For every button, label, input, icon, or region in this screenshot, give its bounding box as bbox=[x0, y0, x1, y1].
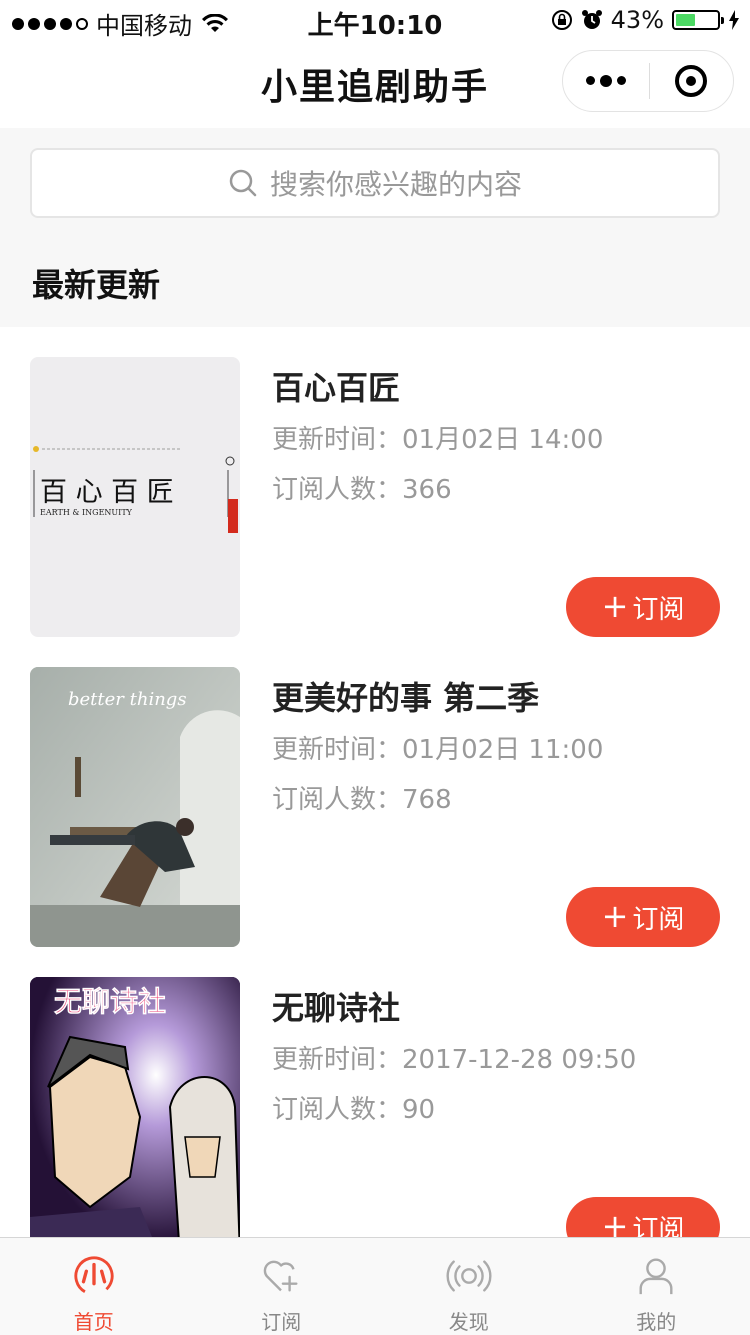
subscribe-button[interactable]: + 订阅 bbox=[566, 577, 720, 637]
poster-image[interactable]: better things bbox=[30, 667, 240, 947]
poster-title-text: better things bbox=[68, 689, 187, 710]
tab-home[interactable]: 首页 bbox=[0, 1238, 188, 1335]
plus-icon: + bbox=[602, 587, 629, 625]
subscribe-button[interactable]: + 订阅 bbox=[566, 887, 720, 947]
list-item[interactable]: 百 心 百 匠 EARTH & INGENUITY 百心百匠 更新时间：01月0… bbox=[0, 327, 750, 637]
poster-subtitle-text: EARTH & INGENUITY bbox=[40, 508, 133, 517]
list-item[interactable]: 无聊诗社 无聊诗社 更新时间：2017-12-28 09:50 订阅人数：90 … bbox=[0, 947, 750, 1237]
subscribe-label: 订阅 bbox=[632, 1209, 684, 1238]
heart-plus-icon bbox=[258, 1254, 304, 1298]
charging-icon bbox=[728, 10, 740, 30]
poster-artwork: 无聊诗社 bbox=[30, 977, 240, 1237]
poster-title-text: 无聊诗社 bbox=[54, 985, 166, 1018]
rotation-lock-icon bbox=[551, 9, 573, 31]
tab-discover[interactable]: 发现 bbox=[375, 1238, 563, 1335]
tab-profile[interactable]: 我的 bbox=[563, 1238, 750, 1335]
home-icon bbox=[71, 1254, 117, 1298]
update-time: 更新时间：2017-12-28 09:50 bbox=[272, 1039, 636, 1076]
user-icon bbox=[633, 1254, 679, 1298]
tab-label: 发现 bbox=[449, 1306, 489, 1335]
miniprogram-capsule bbox=[562, 50, 734, 112]
tab-subscribe[interactable]: 订阅 bbox=[188, 1238, 376, 1335]
plus-icon: + bbox=[602, 1207, 629, 1238]
status-bar: 中国移动 上午10:10 43% bbox=[0, 0, 750, 40]
poster-title-text: 百 心 百 匠 bbox=[40, 477, 174, 508]
battery-icon bbox=[672, 10, 720, 30]
subscribe-label: 订阅 bbox=[632, 589, 684, 626]
subscribe-button[interactable]: + 订阅 bbox=[566, 1197, 720, 1237]
search-placeholder: 搜索你感兴趣的内容 bbox=[270, 163, 522, 203]
target-icon bbox=[675, 65, 707, 97]
close-miniprogram-button[interactable] bbox=[650, 65, 734, 97]
battery-percent: 43% bbox=[611, 6, 664, 34]
nav-bar: 小里追剧助手 bbox=[0, 40, 750, 128]
tab-label: 首页 bbox=[74, 1306, 114, 1335]
more-menu-button[interactable] bbox=[563, 76, 649, 87]
poster-image[interactable]: 百 心 百 匠 EARTH & INGENUITY bbox=[30, 357, 240, 637]
section-title: 最新更新 bbox=[32, 260, 160, 306]
poster-image[interactable]: 无聊诗社 bbox=[30, 977, 240, 1237]
show-title: 无聊诗社 bbox=[272, 983, 400, 1029]
show-title: 百心百匠 bbox=[272, 363, 400, 409]
search-icon bbox=[228, 168, 258, 198]
status-right: 43% bbox=[551, 6, 740, 34]
plus-icon: + bbox=[602, 897, 629, 935]
show-list: 百 心 百 匠 EARTH & INGENUITY 百心百匠 更新时间：01月0… bbox=[0, 327, 750, 1237]
update-time: 更新时间：01月02日 11:00 bbox=[272, 729, 603, 766]
tab-bar: 首页 订阅 发现 我的 bbox=[0, 1237, 750, 1335]
tab-label: 我的 bbox=[636, 1306, 676, 1335]
alarm-icon bbox=[581, 9, 603, 31]
tab-label: 订阅 bbox=[261, 1306, 301, 1335]
header-area: 搜索你感兴趣的内容 最新更新 bbox=[0, 128, 750, 327]
list-item[interactable]: better things 更美好的事 第二季 更新时间：01月02日 11:0… bbox=[0, 637, 750, 947]
subscriber-count: 订阅人数：90 bbox=[272, 1089, 435, 1126]
poster-artwork: better things bbox=[30, 667, 240, 947]
subscriber-count: 订阅人数：768 bbox=[272, 779, 452, 816]
broadcast-icon bbox=[446, 1254, 492, 1298]
search-input[interactable]: 搜索你感兴趣的内容 bbox=[30, 148, 720, 218]
show-title: 更美好的事 第二季 bbox=[272, 673, 539, 719]
subscribe-label: 订阅 bbox=[632, 899, 684, 936]
poster-artwork: 百 心 百 匠 EARTH & INGENUITY bbox=[30, 357, 240, 637]
update-time: 更新时间：01月02日 14:00 bbox=[272, 419, 603, 456]
subscriber-count: 订阅人数：366 bbox=[272, 469, 452, 506]
